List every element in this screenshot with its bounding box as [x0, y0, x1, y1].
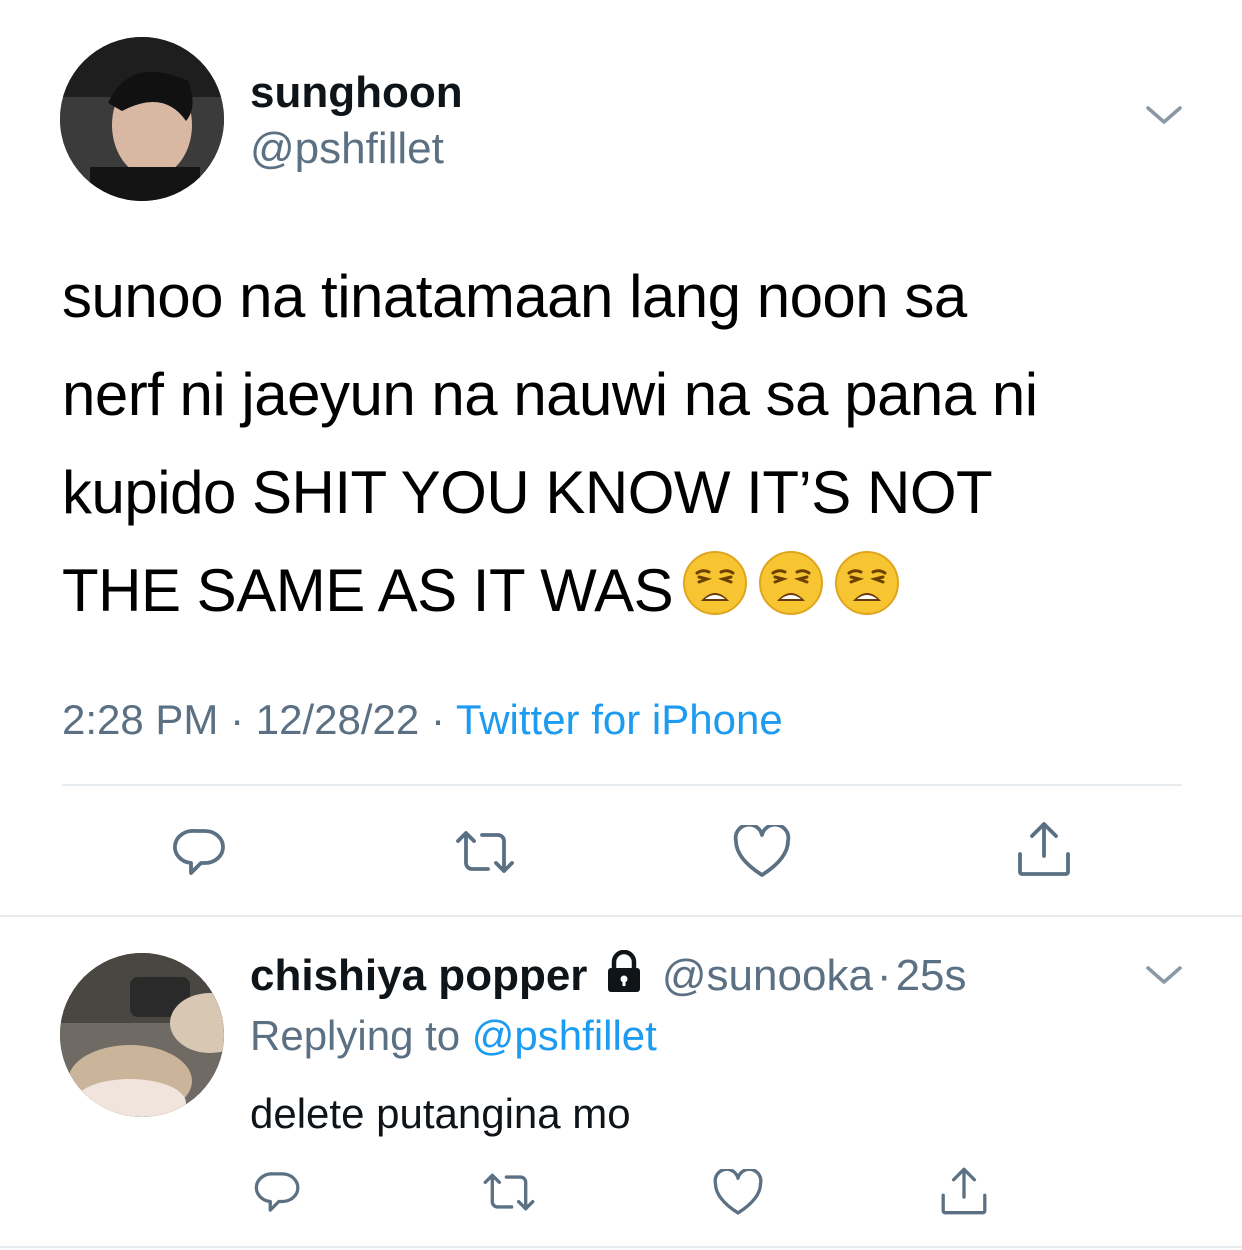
like-icon: [733, 825, 791, 877]
share-button[interactable]: [1012, 816, 1076, 882]
tweet-text: sunoo na tinatamaan lang noon sa nerf ni…: [62, 248, 1192, 646]
reply-like-button[interactable]: [710, 1166, 766, 1220]
tweet-meta: 2:28 PM · 12/28/22 · Twitter for iPhone: [62, 696, 783, 744]
divider: [0, 1246, 1242, 1248]
tweet-text-last-line: THE SAME AS IT WAS: [62, 557, 674, 624]
reply-icon: [172, 829, 225, 875]
replying-to-mention[interactable]: @pshfillet: [472, 1012, 657, 1059]
tweet-source-link[interactable]: Twitter for iPhone: [456, 696, 783, 743]
retweet-icon: [483, 1173, 535, 1211]
chevron-down-icon[interactable]: [1142, 960, 1186, 990]
author-avatar[interactable]: [60, 37, 224, 201]
retweet-icon: [456, 831, 514, 873]
tweet-text-line: sunoo na tinatamaan lang noon sa: [62, 263, 967, 330]
reply-retweet-button[interactable]: [478, 1164, 540, 1220]
reply-text: delete putangina mo: [250, 1090, 631, 1137]
reply-button[interactable]: [168, 820, 232, 884]
reply-reply-button[interactable]: [250, 1164, 306, 1220]
weary-face-icon: [681, 548, 749, 646]
divider: [62, 784, 1182, 786]
meta-separator: ·: [230, 696, 245, 743]
lock-icon: [604, 949, 644, 1005]
reply-time[interactable]: 25s: [896, 951, 967, 1000]
weary-face-icon: [757, 548, 825, 646]
tweet-text-line: nerf ni jaeyun na nauwi na sa pana ni: [62, 361, 1038, 428]
reply-icon: [254, 1172, 300, 1212]
reply-header: chishiya popper @sunooka·25s: [250, 949, 967, 1005]
author-handle[interactable]: @pshfillet: [250, 124, 444, 174]
meta-separator: ·: [876, 951, 892, 1000]
tweet-date[interactable]: 12/28/22: [256, 696, 420, 743]
meta-separator: ·: [430, 696, 445, 743]
reply-author-display-name[interactable]: chishiya popper: [250, 951, 587, 1000]
retweet-button[interactable]: [450, 820, 520, 884]
divider: [0, 915, 1242, 917]
replying-to: Replying to @pshfillet: [250, 1012, 657, 1060]
reply-share-button[interactable]: [936, 1162, 992, 1220]
reply-author-avatar[interactable]: [60, 953, 224, 1117]
author-display-name[interactable]: sunghoon: [250, 68, 463, 118]
like-icon: [713, 1169, 763, 1215]
tweet-text-line: THE SAME AS IT WAS: [62, 542, 1192, 646]
tweet-text-line: kupido SHIT YOU KNOW IT’S NOT: [62, 459, 993, 526]
share-icon: [1018, 822, 1070, 876]
like-button[interactable]: [730, 822, 794, 882]
share-icon: [941, 1167, 987, 1215]
replying-to-label: Replying to: [250, 1012, 461, 1059]
weary-face-icon: [833, 548, 901, 646]
tweet-time[interactable]: 2:28 PM: [62, 696, 218, 743]
chevron-down-icon[interactable]: [1142, 100, 1186, 130]
reply-author-handle[interactable]: @sunooka: [662, 951, 873, 1000]
